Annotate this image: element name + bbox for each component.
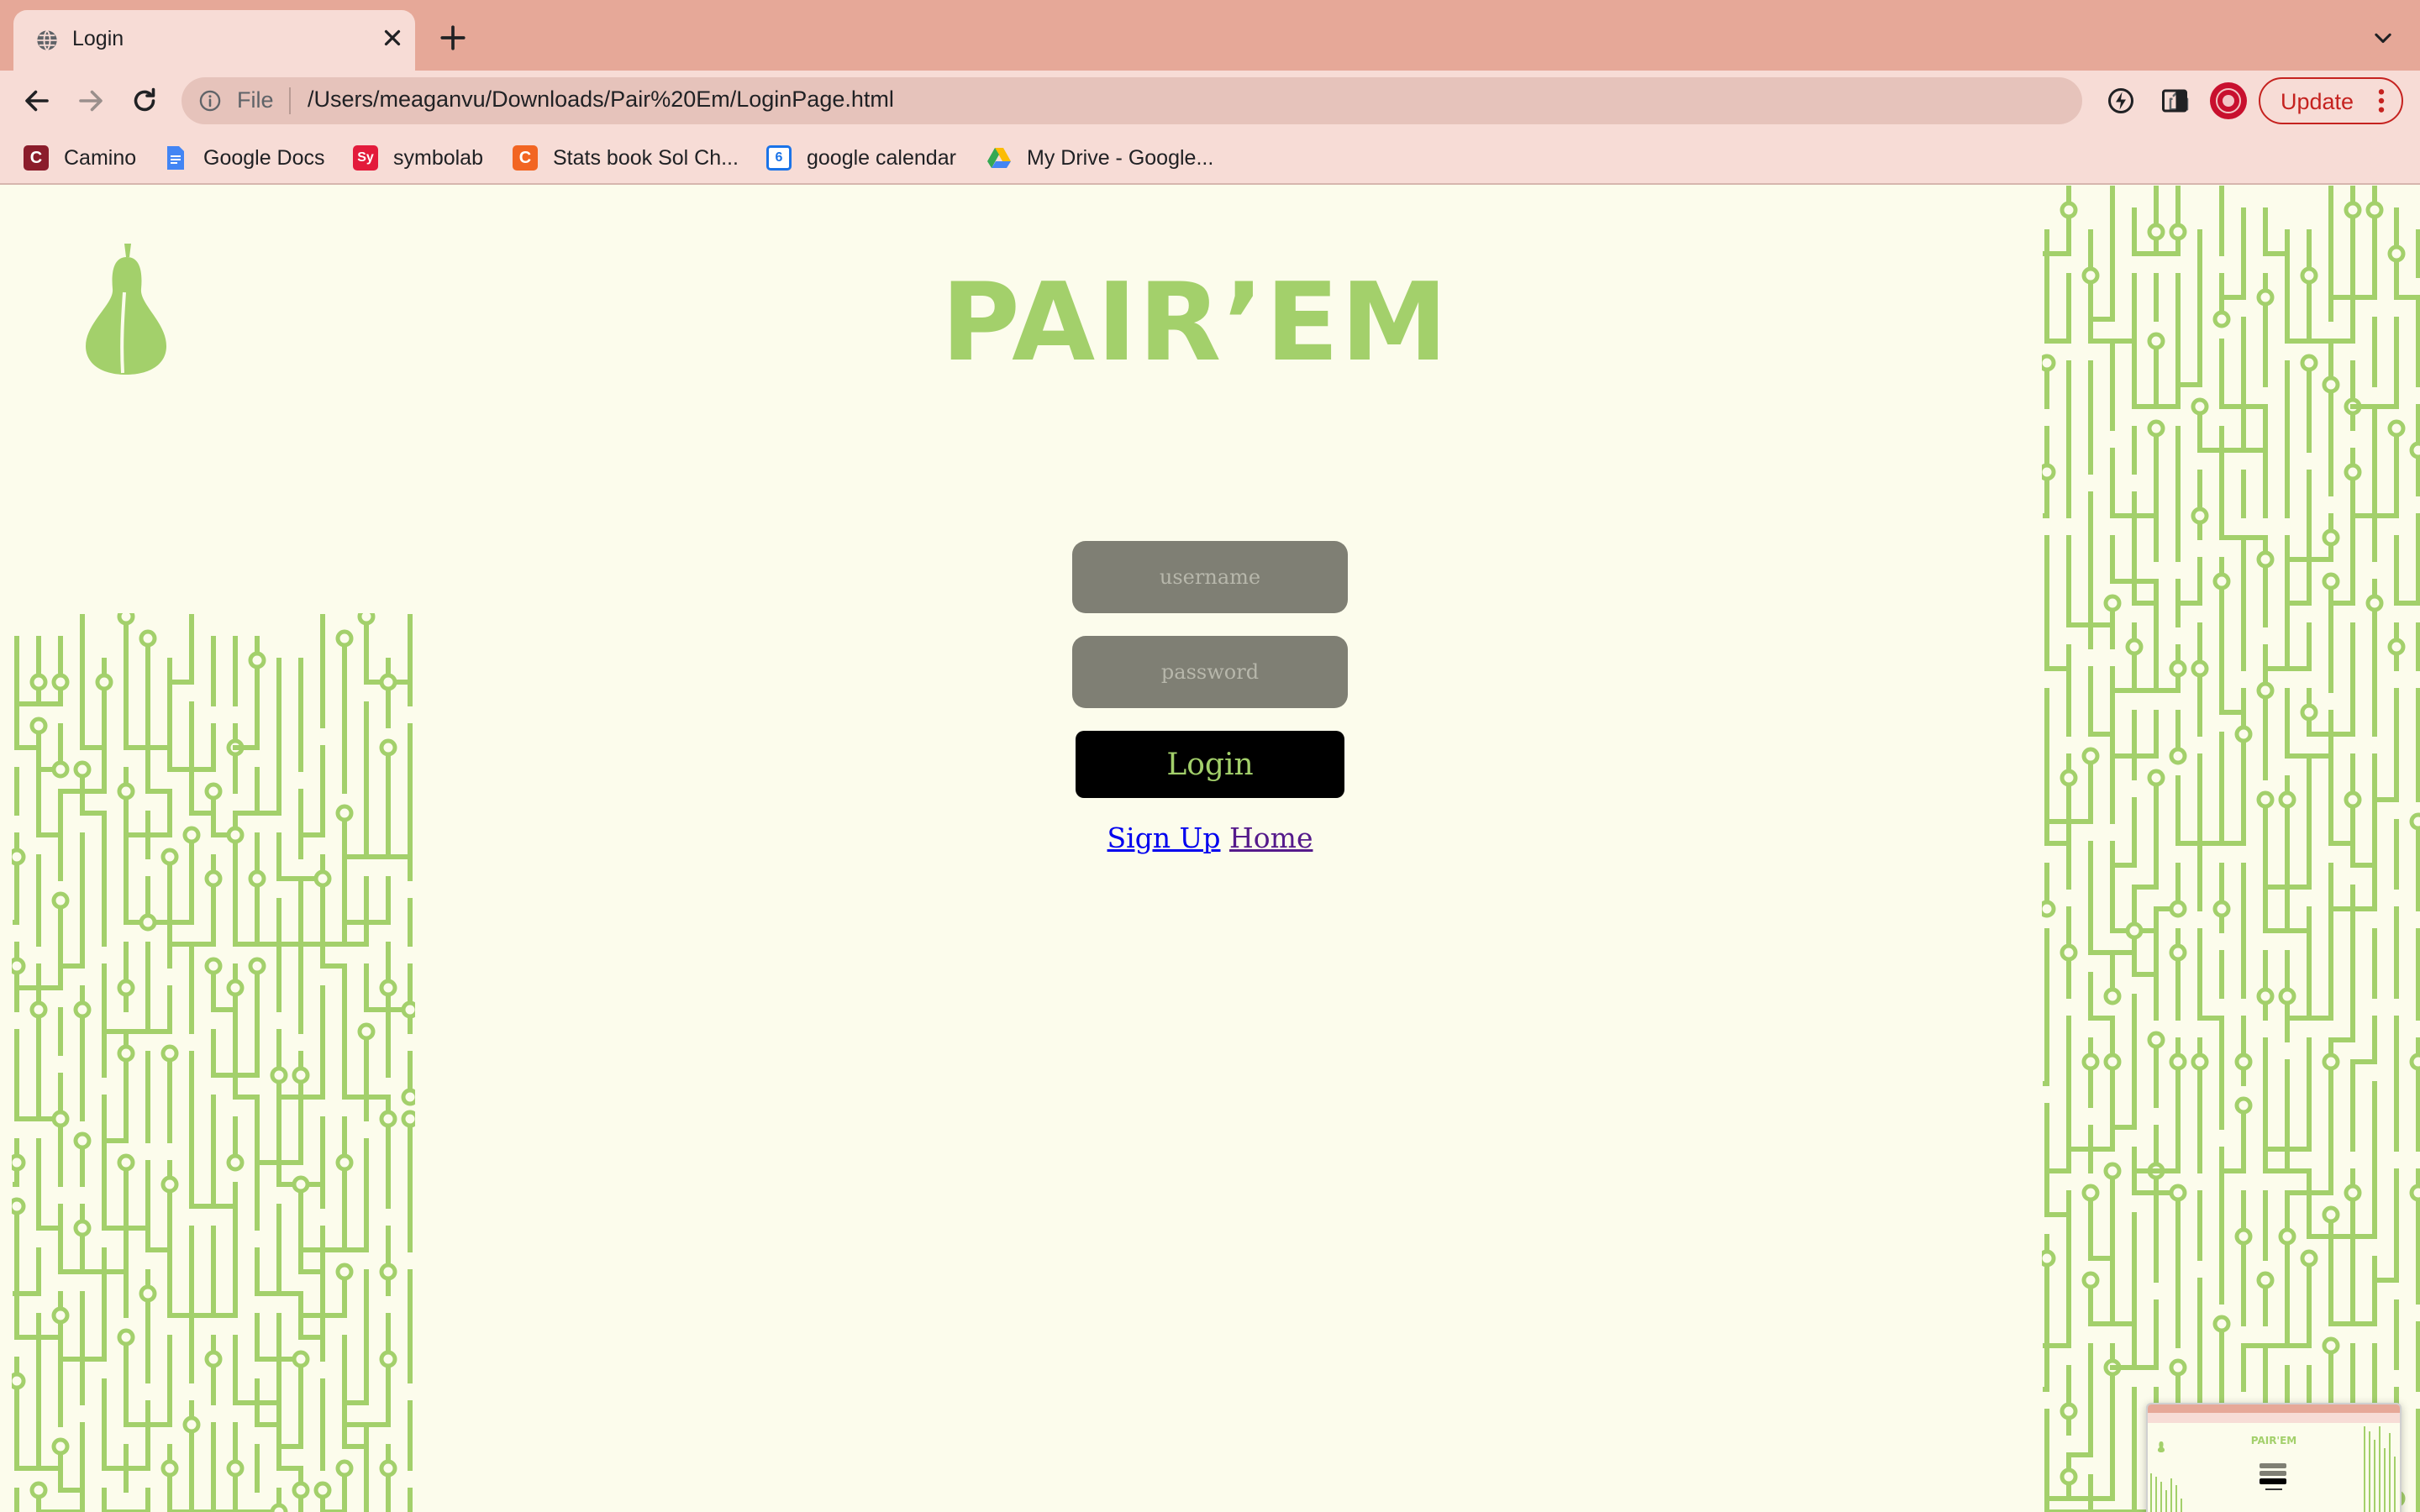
login-button[interactable]: Login bbox=[1076, 731, 1344, 798]
address-bar[interactable]: File /Users/meaganvu/Downloads/Pair%20Em… bbox=[182, 77, 2244, 124]
scheme-label: File bbox=[237, 87, 274, 113]
bookmark-google-calendar[interactable]: 6 google calendar bbox=[766, 143, 956, 173]
chevron-down-icon[interactable] bbox=[2371, 27, 2395, 50]
bookmark-camino[interactable]: C Camino bbox=[24, 143, 136, 173]
circuit-pattern-right bbox=[2042, 186, 2420, 1512]
bookmark-label: Google Docs bbox=[203, 145, 325, 170]
address-separator bbox=[289, 87, 291, 114]
avatar-icon bbox=[2216, 88, 2241, 113]
pear-logo-icon bbox=[86, 244, 166, 375]
google-docs-icon bbox=[167, 146, 184, 170]
url-text[interactable]: /Users/meaganvu/Downloads/Pair%20Em/Logi… bbox=[308, 87, 894, 113]
preview-password bbox=[2260, 1471, 2286, 1476]
symbolab-icon: Sy bbox=[353, 145, 378, 171]
bookmark-stats-book[interactable]: C Stats book Sol Ch... bbox=[513, 143, 739, 173]
bookmark-label: My Drive - Google... bbox=[1027, 145, 1214, 170]
tab-title: Login bbox=[72, 27, 124, 50]
bookmark-my-drive[interactable]: My Drive - Google... bbox=[986, 143, 1213, 173]
username-input[interactable] bbox=[1072, 541, 1348, 613]
globe-icon bbox=[37, 29, 57, 51]
tab-login[interactable]: Login bbox=[13, 10, 415, 71]
back-icon[interactable] bbox=[22, 86, 52, 116]
chegg-icon: C bbox=[513, 145, 538, 171]
preview-login bbox=[2260, 1478, 2286, 1484]
bookmark-label: google calendar bbox=[807, 145, 956, 170]
browser-toolbar: File /Users/meaganvu/Downloads/Pair%20Em… bbox=[0, 71, 2420, 131]
bookmark-label: symbolab bbox=[393, 145, 483, 170]
brand-title: PAIR’EM bbox=[941, 260, 1449, 386]
performance-icon[interactable] bbox=[2106, 86, 2136, 116]
preview-username bbox=[2260, 1463, 2286, 1468]
bookmark-label: Camino bbox=[64, 145, 137, 170]
google-drive-icon bbox=[987, 148, 1011, 168]
reload-icon[interactable] bbox=[129, 86, 160, 116]
bookmark-google-docs[interactable]: Google Docs bbox=[163, 143, 325, 173]
update-label: Update bbox=[2281, 89, 2354, 114]
nav-links: Sign Up Home bbox=[1072, 822, 1348, 854]
bookmarks-bar: C Camino Google Docs Sy symbolab C Stats… bbox=[0, 131, 2420, 185]
update-button[interactable]: Update bbox=[2259, 77, 2403, 124]
circuit-pattern-left bbox=[12, 613, 415, 1512]
new-tab-icon[interactable] bbox=[439, 24, 467, 52]
side-panel-icon[interactable] bbox=[2160, 86, 2190, 116]
info-icon[interactable] bbox=[198, 89, 222, 113]
sign-up-link[interactable]: Sign Up bbox=[1107, 822, 1221, 854]
bookmark-symbolab[interactable]: Sy symbolab bbox=[353, 143, 483, 173]
home-link[interactable]: Home bbox=[1229, 822, 1313, 854]
calendar-icon: 6 bbox=[766, 145, 792, 171]
login-page: PAIR’EM Login Sign Up Home PAIR'EM bbox=[0, 185, 2420, 1512]
page-thumbnail-preview[interactable]: PAIR'EM bbox=[2146, 1403, 2402, 1512]
preview-tabstrip bbox=[2148, 1404, 2400, 1413]
bookmark-label: Stats book Sol Ch... bbox=[553, 145, 739, 170]
preview-page: PAIR'EM bbox=[2148, 1423, 2400, 1512]
close-icon[interactable] bbox=[380, 25, 405, 50]
camino-icon: C bbox=[24, 145, 49, 171]
tab-strip: Login bbox=[0, 0, 2420, 71]
preview-brand: PAIR'EM bbox=[2250, 1435, 2297, 1446]
password-input[interactable] bbox=[1072, 636, 1348, 708]
preview-toolbar bbox=[2148, 1413, 2400, 1423]
more-vert-icon[interactable] bbox=[2376, 87, 2386, 114]
preview-links bbox=[2265, 1488, 2282, 1490]
profile-avatar[interactable] bbox=[2210, 82, 2247, 119]
forward-icon[interactable] bbox=[76, 86, 106, 116]
